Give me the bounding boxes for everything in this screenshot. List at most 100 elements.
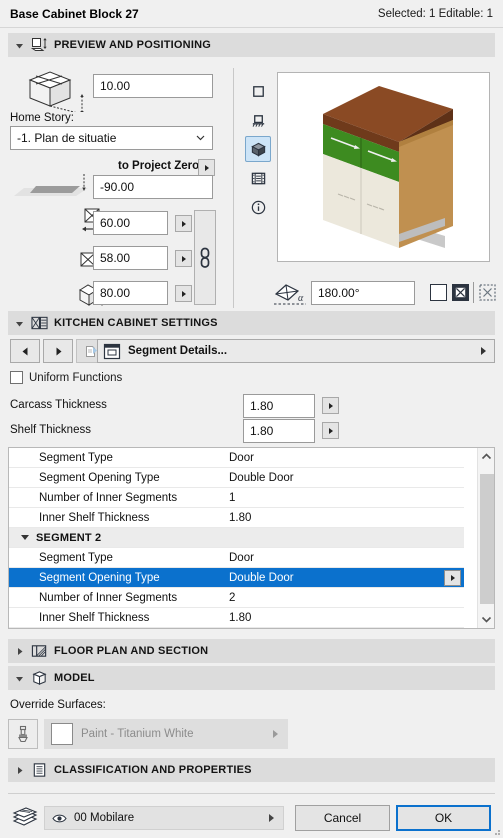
carcass-thickness-label: Carcass Thickness — [10, 399, 107, 411]
width-popup-button[interactable] — [175, 215, 192, 232]
panel-divider — [233, 68, 234, 308]
scroll-up-button[interactable] — [478, 448, 494, 465]
width-field[interactable]: 60.00 — [93, 211, 168, 235]
override-surface-dropdown[interactable]: Paint - Titanium White — [44, 719, 288, 749]
filmstrip-icon — [251, 172, 265, 184]
cancel-button[interactable]: Cancel — [295, 805, 390, 831]
preview-mode-elevation[interactable] — [245, 107, 271, 133]
uniform-functions-checkbox[interactable] — [10, 371, 23, 384]
table-row[interactable]: Inner Shelf Thickness 1.80 — [9, 608, 464, 628]
list-scrollbar[interactable] — [477, 448, 494, 628]
uniform-functions-row[interactable]: Uniform Functions — [10, 371, 122, 384]
height-popup-button[interactable] — [175, 285, 192, 302]
rotation-angle-field[interactable]: 180.00° — [311, 281, 415, 305]
section-header-kitchen-cabinet-settings[interactable]: KITCHEN CABINET SETTINGS — [8, 311, 495, 335]
preview-mode-2d-symbol[interactable] — [245, 78, 271, 104]
3d-preview-panel[interactable] — [277, 72, 490, 262]
elevation-to-home-story-field[interactable]: 10.00 — [93, 74, 213, 98]
resize-grip-icon[interactable] — [491, 826, 501, 836]
table-row[interactable]: Number of Inner Segments 2 — [9, 588, 464, 608]
rotation-angle-icon: α — [274, 284, 306, 305]
segment-parameters-list[interactable]: Segment Type Door Segment Opening Type Doub… — [8, 447, 495, 629]
classification-icon — [33, 763, 46, 777]
section-title: KITCHEN CABINET SETTINGS — [54, 317, 218, 329]
override-surfaces-label: Override Surfaces: — [10, 699, 106, 711]
chevron-right-icon — [18, 647, 23, 655]
chevron-up-icon — [481, 453, 492, 460]
table-row[interactable]: Segment Type Door — [9, 548, 464, 568]
eye-icon — [52, 814, 67, 822]
arrow-left-icon — [22, 347, 27, 355]
carcass-thickness-popup-button[interactable] — [322, 397, 339, 414]
table-row[interactable]: Segment Type Door — [9, 448, 464, 468]
row-parameter-name: Inner Shelf Thickness — [39, 611, 150, 624]
section-title: CLASSIFICATION AND PROPERTIES — [54, 764, 252, 776]
3d-preview-canvas[interactable] — [281, 76, 486, 258]
section-title: MODEL — [54, 672, 95, 684]
home-story-dropdown[interactable]: -1. Plan de situatie — [10, 126, 213, 150]
table-row[interactable]: Inner Shelf Thickness 1.80 — [9, 508, 464, 528]
to-project-zero-popup-button[interactable] — [198, 159, 215, 176]
layer-name: 00 Mobilare — [74, 812, 135, 824]
section-header-model[interactable]: MODEL — [8, 666, 495, 690]
section-header-floor-plan-and-section[interactable]: FLOOR PLAN AND SECTION — [8, 639, 495, 663]
paint-brush-icon — [18, 725, 28, 743]
project-zero-level-icon — [14, 174, 88, 196]
scrollbar-thumb[interactable] — [480, 474, 494, 604]
chevron-down-icon — [16, 321, 23, 326]
cabinet-3d-model — [323, 86, 453, 248]
list-rows-container: Segment Type Door Segment Opening Type Doub… — [9, 448, 494, 628]
table-row[interactable]: Segment Opening Type Double Door — [9, 568, 464, 588]
chevron-down-icon — [481, 616, 492, 623]
floor-plan-section-icon — [31, 645, 47, 657]
chevron-down-icon — [16, 43, 23, 48]
selection-status: Selected: 1 Editable: 1 — [377, 7, 493, 20]
row-popup-button[interactable] — [444, 570, 461, 586]
preview-option-checkbox-2[interactable] — [452, 284, 469, 301]
link-dimensions-toggle[interactable] — [194, 210, 216, 305]
ok-button[interactable]: OK — [396, 805, 491, 831]
shelf-thickness-label: Shelf Thickness — [10, 424, 91, 436]
table-row[interactable]: Number of Inner Segments 1 — [9, 488, 464, 508]
preview-option-checkbox-1[interactable] — [430, 284, 447, 301]
row-parameter-value: Double Door — [229, 571, 294, 584]
shelf-thickness-field[interactable]: 1.80 — [243, 419, 315, 443]
row-parameter-value: 2 — [229, 591, 236, 604]
section-header-preview-and-positioning[interactable]: PREVIEW AND POSITIONING — [8, 33, 495, 57]
row-parameter-value: 1.80 — [229, 611, 252, 624]
preview-option-checkbox-3[interactable] — [479, 284, 496, 301]
chevron-down-icon — [196, 135, 205, 141]
chain-link-icon — [200, 247, 210, 268]
option-divider — [473, 282, 474, 303]
row-parameter-value: Door — [229, 551, 254, 564]
segment-details-button[interactable]: Segment Details... — [97, 339, 495, 363]
info-icon — [251, 200, 265, 214]
depth-popup-button[interactable] — [175, 250, 192, 267]
row-parameter-name: Inner Shelf Thickness — [39, 511, 150, 524]
home-story-label: Home Story: — [10, 112, 74, 124]
next-segment-button[interactable] — [43, 339, 73, 363]
segment-details-icon — [103, 343, 121, 359]
override-surfaces-toggle-button[interactable] — [8, 719, 38, 749]
model-cube-icon — [32, 671, 47, 685]
row-parameter-name: Segment Opening Type — [39, 471, 160, 484]
preview-mode-3d[interactable] — [245, 136, 271, 162]
list-group-row[interactable]: SEGMENT 2 — [9, 528, 464, 548]
table-row[interactable]: Segment Opening Type Double Door — [9, 468, 464, 488]
chevron-right-icon — [273, 730, 278, 738]
segment-details-label: Segment Details... — [128, 345, 228, 357]
shelf-thickness-popup-button[interactable] — [322, 422, 339, 439]
dashed-cross-box-icon — [479, 284, 496, 301]
to-project-zero-field[interactable]: -90.00 — [93, 175, 213, 199]
row-parameter-name: SEGMENT 2 — [36, 531, 102, 544]
preview-mode-info[interactable] — [245, 194, 271, 220]
carcass-thickness-field[interactable]: 1.80 — [243, 394, 315, 418]
depth-field[interactable]: 58.00 — [93, 246, 168, 270]
section-header-classification-and-properties[interactable]: CLASSIFICATION AND PROPERTIES — [8, 758, 495, 782]
preview-mode-list[interactable] — [245, 165, 271, 191]
scroll-down-button[interactable] — [478, 611, 494, 628]
dialog-titlebar: Base Cabinet Block 27 Selected: 1 Editab… — [0, 0, 503, 28]
height-field[interactable]: 80.00 — [93, 281, 168, 305]
previous-segment-button[interactable] — [10, 339, 40, 363]
layer-dropdown[interactable]: 00 Mobilare — [44, 806, 284, 830]
